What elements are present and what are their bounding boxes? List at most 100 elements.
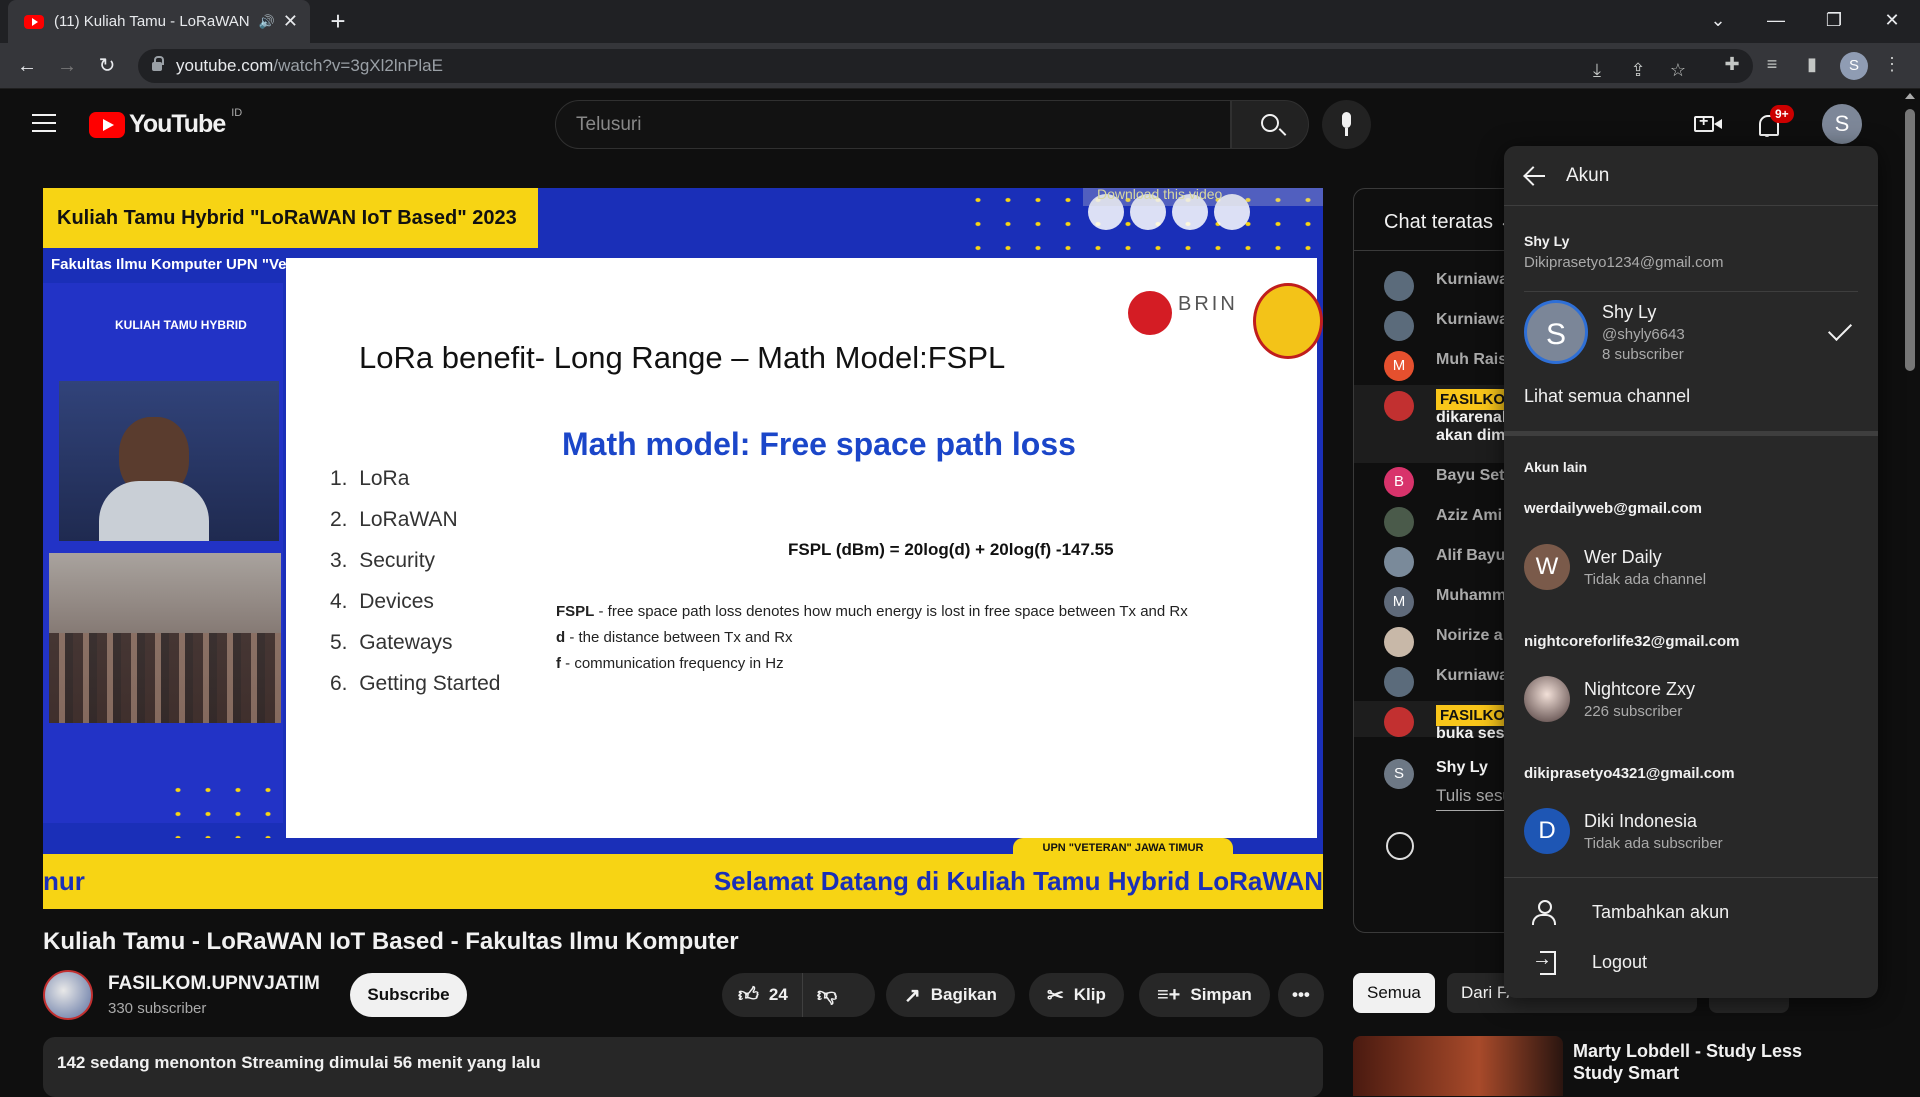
new-tab-button[interactable]: + [322,6,354,38]
download-video-overlay[interactable]: Download this video [1083,188,1323,206]
chat-author-avatar [1384,311,1414,341]
chat-author-avatar [1384,707,1414,737]
account-avatar: D [1524,808,1570,854]
forward-button[interactable]: → [52,51,82,81]
chat-author-name: Alif Bayu [1436,547,1506,564]
maximize-button[interactable]: ❐ [1806,0,1862,43]
other-accounts-label: Akun lain [1524,459,1588,475]
chat-message[interactable]: M Muhamm [1384,587,1506,617]
clip-label: Klip [1073,985,1106,1004]
add-account-button[interactable]: Tambahkan akun [1532,898,1729,926]
tab-search-icon[interactable]: ⌄ [1690,0,1746,43]
current-channel-item[interactable]: S Shy Ly @shyly6643 8 subscriber [1524,300,1685,364]
account-menu-title: Akun [1566,164,1610,186]
search-icon [1261,114,1279,132]
fspl-formula: FSPL (dBm) = 20log(d) + 20log(f) -147.55 [788,540,1114,559]
scroll-up-icon[interactable] [1905,93,1915,99]
clip-button[interactable]: ✂ Klip [1029,973,1124,1017]
account-item-nightcore-zxy[interactable]: Nightcore Zxy 226 subscriber [1524,676,1695,722]
account-name: Wer Daily [1584,546,1662,567]
chat-author-name: Noirize a [1436,627,1503,644]
scrollbar-thumb[interactable] [1905,109,1915,371]
media-control-icon[interactable]: ≡ [1758,50,1786,78]
account-subscribers: Tidak ada subscriber [1584,834,1723,852]
outline-item: 2. LoRaWAN [330,508,458,531]
account-subscribers: 226 subscriber [1584,702,1683,720]
extensions-icon[interactable]: ✚ [1718,50,1746,78]
search-input[interactable]: Telusuri [555,100,1231,149]
divider [1504,877,1878,878]
youtube-logo[interactable]: YouTube ID [89,106,243,139]
channel-name[interactable]: FASILKOM.UPNVJATIM [108,973,320,995]
minimize-button[interactable]: — [1748,0,1804,43]
account-menu-header: Akun [1504,146,1878,206]
chat-message[interactable]: Kurniawan [1384,311,1518,341]
account-name: Nightcore Zxy [1584,678,1696,699]
browser-profile-avatar[interactable]: S [1840,52,1868,80]
dislike-button[interactable]: 👎︎ [803,983,851,1007]
share-button[interactable]: ↗ Bagikan [886,973,1015,1017]
subscribe-button[interactable]: Subscribe [350,973,467,1017]
account-email: werdailyweb@gmail.com [1524,500,1703,517]
close-tab-icon[interactable]: ✕ [283,11,298,32]
youtube-favicon-icon [24,14,44,29]
emoji-icon[interactable] [1386,832,1414,860]
chat-author-avatar: B [1384,467,1414,497]
page-scrollbar[interactable] [1900,89,1920,1080]
chat-message[interactable]: Kurniawan [1384,667,1518,697]
slide-heading: Math model: Free space path loss [562,426,1076,462]
chat-message[interactable]: M Muh Rais [1384,351,1507,381]
recommendation-thumbnail[interactable] [1353,1036,1563,1096]
speaker-icon[interactable]: 🔊 [259,14,275,30]
tab-title: (11) Kuliah Tamu - LoRaWAN [54,13,250,30]
logout-button[interactable]: Logout [1532,948,1647,976]
chat-author-avatar [1384,271,1414,301]
account-avatar[interactable]: S [1822,104,1862,144]
speaker-camera-feed [59,381,279,541]
back-arrow-icon[interactable] [1524,165,1546,187]
video-player[interactable]: Kuliah Tamu Hybrid "LoRaWAN IoT Based" 2… [43,188,1323,909]
close-window-button[interactable]: ✕ [1864,0,1920,43]
outline-item: 4. Devices [330,590,434,613]
account-item-wer-daily[interactable]: W Wer Daily Tidak ada channel [1524,544,1706,590]
back-button[interactable]: ← [12,51,42,81]
create-video-icon[interactable] [1694,111,1722,137]
chat-author-avatar: M [1384,587,1414,617]
lock-icon[interactable] [152,55,164,71]
description-box[interactable]: 142 sedang menonton Streaming dimulai 56… [43,1037,1323,1097]
address-bar[interactable]: youtube.com/watch?v=3gXl2lnPlaE ⤓ ⇪ ☆ [138,49,1753,83]
viewer-info: 142 sedang menonton Streaming dimulai 56… [57,1053,541,1072]
voice-search-icon[interactable] [1322,100,1371,149]
chat-message[interactable]: Aziz Ami [1384,507,1502,537]
chat-message[interactable]: B Bayu Seti [1384,467,1509,497]
like-button[interactable]: 👍︎ 24 [722,973,803,1017]
chat-author-name: Muhamm [1436,587,1507,604]
chat-message[interactable]: Kurniawan [1384,271,1518,301]
share-icon[interactable]: ⇪ [1624,56,1652,84]
url-path: /watch?v=3gXl2lnPlaE [273,56,443,75]
bookmark-star-icon[interactable]: ☆ [1664,56,1692,84]
browser-tab[interactable]: (11) Kuliah Tamu - LoRaWAN 🔊 ✕ [8,0,310,43]
recommendation-title[interactable]: Marty Lobdell - Study Less Study Smart [1573,1040,1813,1084]
chip-all[interactable]: Semua [1353,973,1435,1013]
see-all-channels-link[interactable]: Lihat semua channel [1524,386,1690,407]
more-actions-button[interactable]: ••• [1278,973,1324,1017]
browser-tab-bar: (11) Kuliah Tamu - LoRaWAN 🔊 ✕ + ⌄ — ❐ ✕ [0,0,1920,43]
search-button[interactable] [1231,100,1309,149]
chat-author-avatar [1384,391,1414,421]
country-code: ID [231,106,243,119]
chat-message[interactable]: Alif Bayu [1384,547,1505,577]
chat-message[interactable]: FASILKOM dikarenak akan dimu [1384,389,1522,445]
side-panel-icon[interactable]: ▮ [1798,50,1826,78]
save-button[interactable]: ≡+ Simpan [1139,973,1270,1017]
chat-author-avatar [1384,667,1414,697]
account-item-diki-indonesia[interactable]: D Diki Indonesia Tidak ada subscriber [1524,808,1723,854]
channel-avatar[interactable] [43,970,93,1020]
chat-message[interactable]: FASILKOM buka sest [1384,705,1522,743]
install-icon[interactable]: ⤓ [1583,56,1611,84]
guide-menu-icon[interactable] [32,114,56,132]
browser-menu-icon[interactable]: ⋮ [1878,50,1906,78]
reload-button[interactable]: ↻ [92,51,122,81]
chat-message[interactable]: Noirize a [1384,627,1503,657]
chat-author-name: Muh Rais [1436,351,1508,368]
